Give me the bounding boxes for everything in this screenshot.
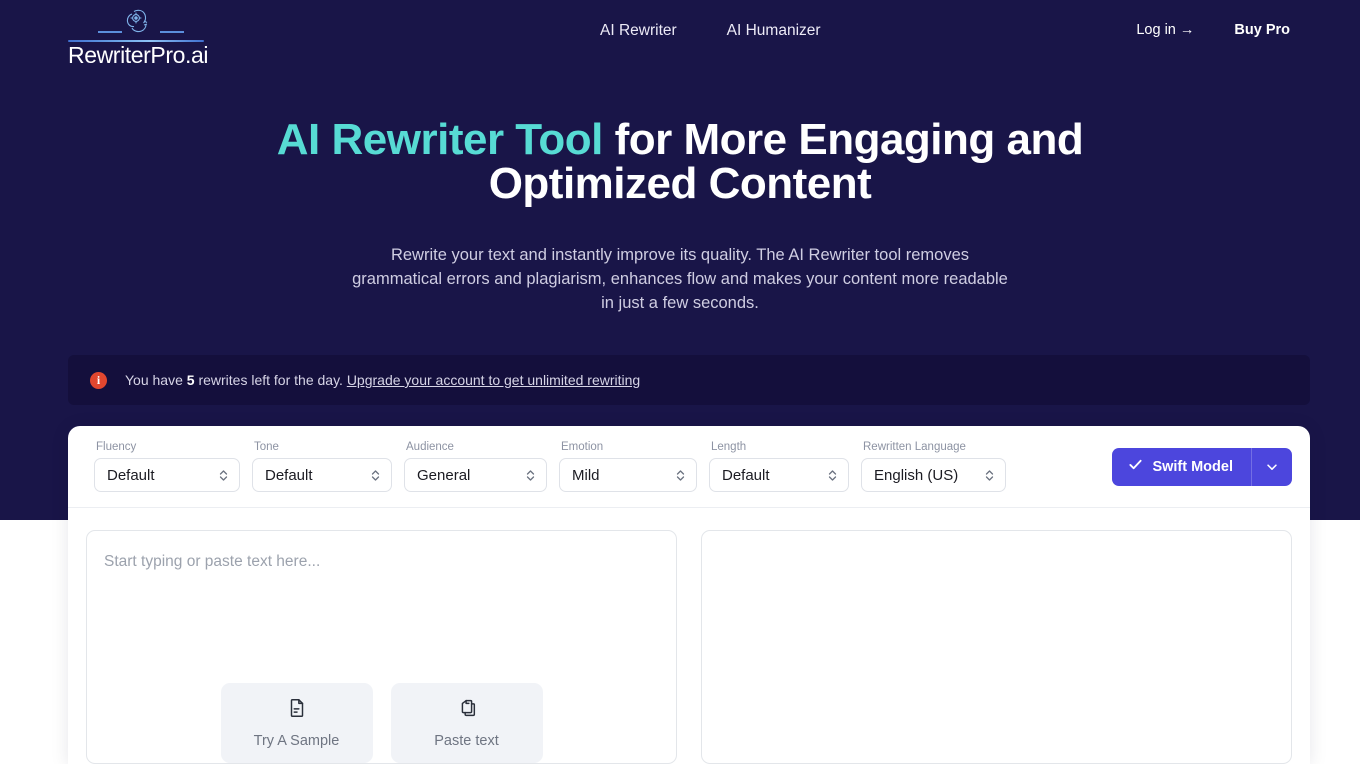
quota-count: 5 <box>186 372 195 388</box>
select-audience[interactable]: General <box>404 458 547 492</box>
chevron-updown-icon <box>525 468 536 483</box>
quota-text-after: rewrites left for the day. <box>194 372 347 388</box>
field-length: Length Default <box>709 441 849 492</box>
select-emotion-value: Mild <box>572 466 600 484</box>
label-audience: Audience <box>406 441 454 453</box>
chevron-updown-icon <box>827 468 838 483</box>
buy-pro-link[interactable]: Buy Pro <box>1234 22 1290 38</box>
field-fluency: Fluency Default <box>94 441 240 492</box>
chevron-updown-icon <box>675 468 686 483</box>
quota-text-before: You have <box>125 372 187 388</box>
nav-link-ai-humanizer[interactable]: AI Humanizer <box>727 22 821 40</box>
controls-bar: Fluency Default Tone Default Audience Ge… <box>68 426 1310 508</box>
select-rewritten-language-value: English (US) <box>874 466 959 484</box>
info-circle-icon: i <box>90 371 107 389</box>
paste-text-button[interactable]: Paste text <box>390 683 543 763</box>
swift-model-label: Swift Model <box>1152 459 1233 475</box>
label-tone: Tone <box>254 441 279 453</box>
output-pane[interactable] <box>701 530 1292 764</box>
select-emotion[interactable]: Mild <box>559 458 697 492</box>
label-emotion: Emotion <box>561 441 604 453</box>
rewriter-tool-card: Fluency Default Tone Default Audience Ge… <box>68 426 1310 764</box>
check-icon <box>1128 457 1143 477</box>
field-audience: Audience General <box>404 441 547 492</box>
select-tone-value: Default <box>265 466 313 484</box>
document-icon <box>286 697 308 724</box>
logo-dash-left <box>98 31 122 33</box>
chevron-updown-icon <box>218 468 229 483</box>
logo-dash-right <box>160 31 184 33</box>
ai-brain-icon <box>123 8 157 38</box>
swift-model-button[interactable]: Swift Model <box>1112 448 1292 486</box>
auth-navigation: Log in → Buy Pro <box>1136 22 1290 38</box>
input-pane[interactable]: Start typing or paste text here... Try A… <box>86 530 677 764</box>
login-link[interactable]: Log in → <box>1136 22 1194 38</box>
paste-text-label: Paste text <box>434 733 499 749</box>
select-rewritten-language[interactable]: English (US) <box>861 458 1006 492</box>
select-length-value: Default <box>722 466 770 484</box>
chevron-down-icon[interactable] <box>1251 448 1292 486</box>
quota-alert-text: You have 5 rewrites left for the day. Up… <box>125 372 640 388</box>
field-emotion: Emotion Mild <box>559 441 697 492</box>
page-title: AI Rewriter Tool for More Engaging and O… <box>0 118 1360 206</box>
site-header: RewriterPro.ai AI Rewriter AI Humanizer … <box>0 0 1360 68</box>
field-rewritten-language: Rewritten Language English (US) <box>861 441 1006 492</box>
swift-model-main[interactable]: Swift Model <box>1112 448 1251 486</box>
select-fluency[interactable]: Default <box>94 458 240 492</box>
logo[interactable]: RewriterPro.ai <box>68 8 209 68</box>
main-navigation: AI Rewriter AI Humanizer <box>600 22 821 40</box>
try-a-sample-button[interactable]: Try A Sample <box>220 683 373 763</box>
option-selects: Fluency Default Tone Default Audience Ge… <box>94 441 1006 492</box>
select-fluency-value: Default <box>107 466 155 484</box>
input-actions: Try A Sample Paste text <box>87 683 676 763</box>
editor-area: Start typing or paste text here... Try A… <box>68 508 1310 764</box>
chevron-updown-icon <box>984 468 995 483</box>
page-subtitle: Rewrite your text and instantly improve … <box>352 246 1008 312</box>
select-tone[interactable]: Default <box>252 458 392 492</box>
try-a-sample-label: Try A Sample <box>253 733 340 749</box>
label-length: Length <box>711 441 747 453</box>
select-length[interactable]: Default <box>709 458 849 492</box>
logo-wordmark: RewriterPro.ai <box>68 42 209 68</box>
upgrade-account-link[interactable]: Upgrade your account to get unlimited re… <box>347 372 640 388</box>
chevron-updown-icon <box>370 468 381 483</box>
select-audience-value: General <box>417 466 471 484</box>
label-rewritten-language: Rewritten Language <box>863 441 966 453</box>
input-placeholder: Start typing or paste text here... <box>104 553 321 570</box>
nav-link-ai-rewriter[interactable]: AI Rewriter <box>600 22 677 40</box>
page-title-accent: AI Rewriter Tool <box>276 115 604 164</box>
label-fluency: Fluency <box>96 441 137 453</box>
quota-alert-banner: i You have 5 rewrites left for the day. … <box>68 355 1310 405</box>
clipboard-copy-icon <box>456 697 478 724</box>
field-tone: Tone Default <box>252 441 392 492</box>
